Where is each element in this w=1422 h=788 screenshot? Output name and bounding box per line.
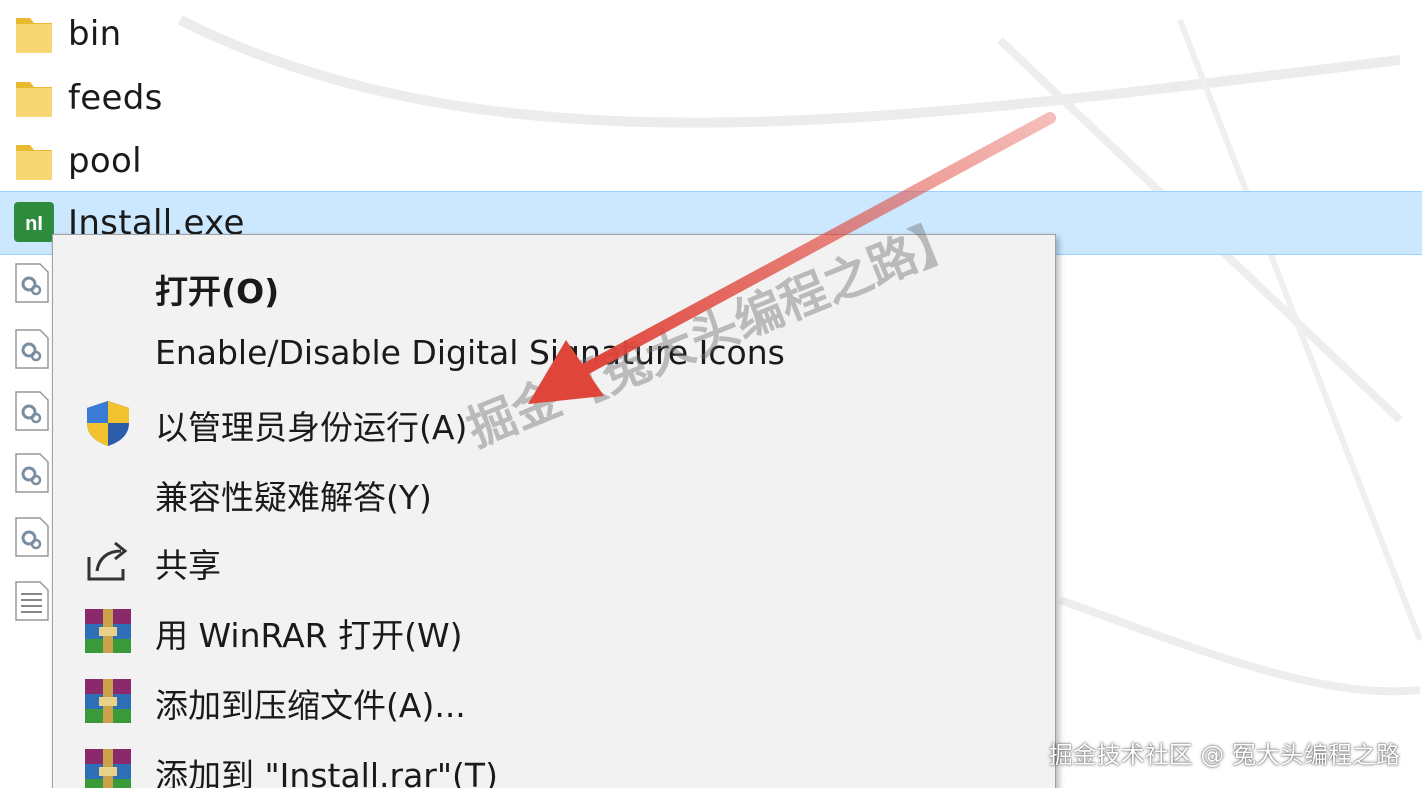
gear-file-icon <box>15 329 49 369</box>
file-name: feeds <box>68 78 163 118</box>
gear-file-icon <box>15 517 49 557</box>
file-name: bin <box>68 14 122 54</box>
share-icon <box>87 541 128 581</box>
corner-watermark: 掘金技术社区 @ 冤大头编程之路 <box>1048 741 1400 769</box>
menu-item-label: 打开(O) <box>155 272 280 311</box>
menu-item-add-to-install-rar[interactable]: 添加到 "Install.rar"(T) <box>53 735 1055 788</box>
explorer-window: bin feeds pool nI Install.exe 打开(O) Enab… <box>0 0 1422 788</box>
winrar-icon <box>85 749 131 788</box>
gear-file-icon <box>15 453 49 493</box>
menu-item-label: 添加到 "Install.rar"(T) <box>155 756 498 788</box>
menu-item-compatibility[interactable]: 兼容性疑难解答(Y) <box>53 457 1055 525</box>
file-row-feeds[interactable]: feeds <box>0 66 1422 130</box>
menu-item-open-with-winrar[interactable]: 用 WinRAR 打开(W) <box>53 595 1055 663</box>
file-row-pool[interactable]: pool <box>0 129 1422 193</box>
menu-item-share[interactable]: 共享 <box>53 525 1055 593</box>
context-menu: 打开(O) Enable/Disable Digital Signature I… <box>52 234 1056 788</box>
menu-item-label: 兼容性疑难解答(Y) <box>155 478 432 517</box>
gear-file-icon <box>15 263 49 303</box>
folder-icon <box>16 82 52 117</box>
gear-file-icon <box>15 391 49 431</box>
file-name: pool <box>68 141 142 181</box>
menu-item-label: 以管理员身份运行(A) <box>155 408 468 447</box>
folder-icon <box>16 18 52 53</box>
menu-item-label: 用 WinRAR 打开(W) <box>155 616 463 655</box>
menu-item-label: 添加到压缩文件(A)... <box>155 686 466 725</box>
winrar-icon <box>85 679 131 723</box>
menu-item-label: 共享 <box>155 546 221 585</box>
menu-item-add-to-archive[interactable]: 添加到压缩文件(A)... <box>53 665 1055 733</box>
winrar-icon <box>85 609 131 653</box>
ni-app-icon: nI <box>14 202 54 242</box>
text-file-icon <box>15 581 49 621</box>
uac-shield-icon <box>87 401 129 446</box>
folder-icon <box>16 145 52 180</box>
svg-text:nI: nI <box>25 213 43 235</box>
file-row-bin[interactable]: bin <box>0 2 1422 66</box>
